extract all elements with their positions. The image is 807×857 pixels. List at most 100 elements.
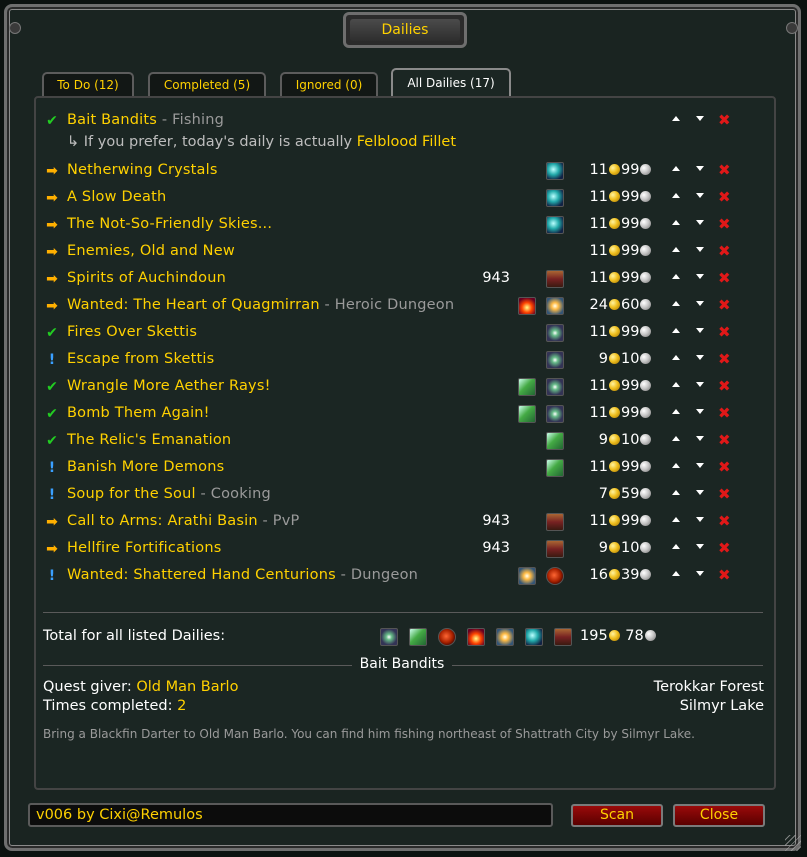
move-up-icon[interactable] — [672, 166, 680, 171]
move-down-icon[interactable] — [696, 116, 704, 121]
quest-row[interactable]: ➡ Spirits of Auchindoun 943 11 99 ✖ — [44, 268, 744, 290]
quest-row[interactable]: ➡ The Not-So-Friendly Skies... 11 99 ✖ — [44, 214, 744, 236]
quest-name[interactable]: Bait Bandits - Fishing — [67, 112, 224, 128]
quest-name[interactable]: Escape from Skettis — [67, 351, 214, 367]
quest-name[interactable]: Spirits of Auchindoun — [67, 270, 226, 286]
quest-name[interactable]: Wanted: The Heart of Quagmirran - Heroic… — [67, 297, 454, 313]
feather-reward-icon[interactable] — [518, 405, 536, 423]
move-up-icon[interactable] — [672, 220, 680, 225]
gem-reward-icon[interactable] — [546, 216, 564, 234]
quest-name[interactable]: Fires Over Skettis — [67, 324, 197, 340]
burst-reward-icon[interactable] — [546, 405, 564, 423]
fire-reward-icon[interactable] — [518, 297, 536, 315]
quest-name[interactable]: Hellfire Fortifications — [67, 540, 221, 556]
tab-all-dailies[interactable]: All Dailies (17) — [391, 68, 511, 96]
fire-reward-icon[interactable] — [467, 628, 485, 646]
quest-name[interactable]: Enemies, Old and New — [67, 243, 235, 259]
quest-name[interactable]: Netherwing Crystals — [67, 162, 218, 178]
move-up-icon[interactable] — [672, 116, 680, 121]
quest-name[interactable]: The Relic's Emanation — [67, 432, 231, 448]
move-up-icon[interactable] — [672, 544, 680, 549]
move-down-icon[interactable] — [696, 274, 704, 279]
quest-row[interactable]: ➡ A Slow Death 11 99 ✖ — [44, 187, 744, 209]
move-down-icon[interactable] — [696, 301, 704, 306]
delete-x-icon[interactable]: ✖ — [718, 458, 731, 476]
quest-name[interactable]: A Slow Death — [67, 189, 166, 205]
move-up-icon[interactable] — [672, 517, 680, 522]
move-up-icon[interactable] — [672, 193, 680, 198]
scan-button[interactable]: Scan — [571, 804, 663, 827]
quest-name[interactable]: Wanted: Shattered Hand Centurions - Dung… — [67, 567, 418, 583]
move-down-icon[interactable] — [696, 571, 704, 576]
move-down-icon[interactable] — [696, 193, 704, 198]
quest-row[interactable]: ➡ Enemies, Old and New 11 99 ✖ — [44, 241, 744, 263]
delete-x-icon[interactable]: ✖ — [718, 566, 731, 584]
delete-x-icon[interactable]: ✖ — [718, 242, 731, 260]
chest-reward-icon[interactable] — [546, 270, 564, 288]
delete-x-icon[interactable]: ✖ — [718, 161, 731, 179]
quest-row[interactable]: ! Escape from Skettis 9 10 ✖ — [44, 349, 744, 371]
move-down-icon[interactable] — [696, 490, 704, 495]
move-down-icon[interactable] — [696, 436, 704, 441]
feather-reward-icon[interactable] — [546, 432, 564, 450]
move-up-icon[interactable] — [672, 355, 680, 360]
delete-x-icon[interactable]: ✖ — [718, 512, 731, 530]
move-down-icon[interactable] — [696, 463, 704, 468]
move-up-icon[interactable] — [672, 463, 680, 468]
delete-x-icon[interactable]: ✖ — [718, 269, 731, 287]
quest-name[interactable]: Banish More Demons — [67, 459, 224, 475]
burst-reward-icon[interactable] — [380, 628, 398, 646]
move-up-icon[interactable] — [672, 382, 680, 387]
feather-reward-icon[interactable] — [409, 628, 427, 646]
move-down-icon[interactable] — [696, 355, 704, 360]
chest-reward-icon[interactable] — [546, 540, 564, 558]
move-down-icon[interactable] — [696, 328, 704, 333]
quest-row-selected[interactable]: ✔ Bait Bandits - Fishing ✖ — [44, 110, 744, 132]
close-button[interactable]: Close — [673, 804, 765, 827]
quest-row[interactable]: ➡ Hellfire Fortifications 943 9 10 ✖ — [44, 538, 744, 560]
burst-reward-icon[interactable] — [546, 324, 564, 342]
star-reward-icon[interactable] — [546, 297, 564, 315]
quest-name[interactable]: Bomb Them Again! — [67, 405, 210, 421]
delete-x-icon[interactable]: ✖ — [718, 323, 731, 341]
delete-x-icon[interactable]: ✖ — [718, 404, 731, 422]
delete-x-icon[interactable]: ✖ — [718, 431, 731, 449]
delete-x-icon[interactable]: ✖ — [718, 296, 731, 314]
move-up-icon[interactable] — [672, 247, 680, 252]
gem-reward-icon[interactable] — [546, 162, 564, 180]
orb-reward-icon[interactable] — [546, 567, 564, 585]
delete-x-icon[interactable]: ✖ — [718, 188, 731, 206]
delete-x-icon[interactable]: ✖ — [718, 111, 731, 129]
quest-name[interactable]: Call to Arms: Arathi Basin - PvP — [67, 513, 299, 529]
delete-x-icon[interactable]: ✖ — [718, 485, 731, 503]
feather-reward-icon[interactable] — [518, 378, 536, 396]
gem-reward-icon[interactable] — [525, 628, 543, 646]
move-down-icon[interactable] — [696, 409, 704, 414]
quest-name[interactable]: The Not-So-Friendly Skies... — [67, 216, 272, 232]
star-reward-icon[interactable] — [518, 567, 536, 585]
delete-x-icon[interactable]: ✖ — [718, 377, 731, 395]
move-down-icon[interactable] — [696, 382, 704, 387]
move-up-icon[interactable] — [672, 409, 680, 414]
tab-to-do[interactable]: To Do (12) — [42, 72, 134, 96]
move-down-icon[interactable] — [696, 220, 704, 225]
delete-x-icon[interactable]: ✖ — [718, 215, 731, 233]
resize-grip-icon[interactable] — [785, 835, 801, 851]
orb-reward-icon[interactable] — [438, 628, 456, 646]
quest-row[interactable]: ! Banish More Demons 11 99 ✖ — [44, 457, 744, 479]
move-down-icon[interactable] — [696, 517, 704, 522]
star-reward-icon[interactable] — [496, 628, 514, 646]
quest-row[interactable]: ✔ Fires Over Skettis 11 99 ✖ — [44, 322, 744, 344]
burst-reward-icon[interactable] — [546, 351, 564, 369]
move-up-icon[interactable] — [672, 274, 680, 279]
move-down-icon[interactable] — [696, 247, 704, 252]
quest-name[interactable]: Wrangle More Aether Rays! — [67, 378, 271, 394]
burst-reward-icon[interactable] — [546, 378, 564, 396]
quest-row[interactable]: ➡ Call to Arms: Arathi Basin - PvP 943 11 99… — [44, 511, 744, 533]
move-down-icon[interactable] — [696, 166, 704, 171]
quest-name[interactable]: Soup for the Soul - Cooking — [67, 486, 271, 502]
quest-row[interactable]: ✔ The Relic's Emanation 9 10 ✖ — [44, 430, 744, 452]
quest-row[interactable]: ✔ Wrangle More Aether Rays! 11 99 ✖ — [44, 376, 744, 398]
tab-ignored[interactable]: Ignored (0) — [280, 72, 378, 96]
move-up-icon[interactable] — [672, 328, 680, 333]
